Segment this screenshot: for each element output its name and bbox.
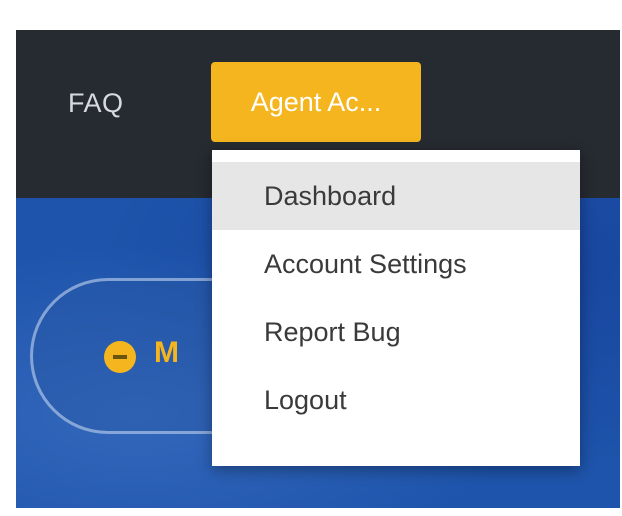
account-dropdown-menu: Dashboard Account Settings Report Bug Lo… [212,150,580,466]
hero-pill-label: M [154,336,179,369]
menu-item-account-settings[interactable]: Account Settings [212,230,580,298]
app-frame: FAQ Agent Ac... M Dashboard Account Sett… [16,30,620,508]
menu-item-report-bug[interactable]: Report Bug [212,298,580,366]
menu-item-dashboard[interactable]: Dashboard [212,162,580,230]
menu-item-logout[interactable]: Logout [212,366,580,434]
nav-link-faq[interactable]: FAQ [68,88,124,119]
status-dot-icon [104,341,136,373]
account-menu-button[interactable]: Agent Ac... [211,62,421,142]
